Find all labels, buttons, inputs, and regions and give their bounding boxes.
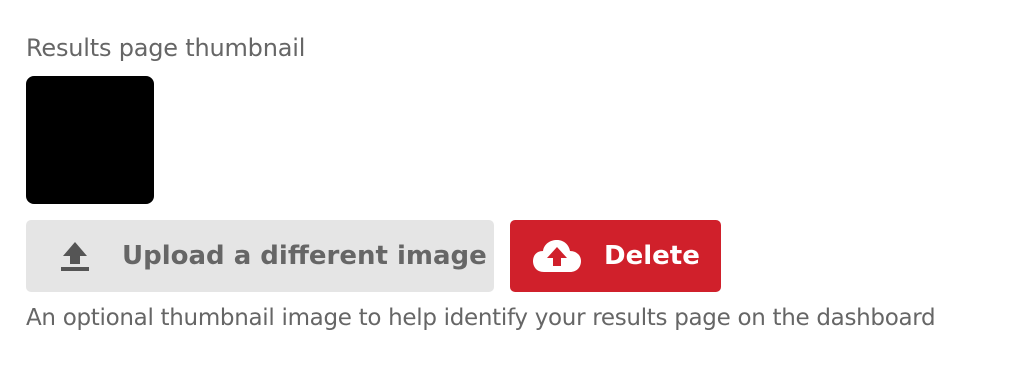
upload-icon: [60, 240, 90, 272]
upload-button-label: Upload a different image: [122, 241, 487, 271]
delete-button[interactable]: Delete: [510, 220, 721, 292]
thumbnail-actions: Upload a different image Delete: [26, 220, 721, 292]
upload-different-image-button[interactable]: Upload a different image: [26, 220, 494, 292]
thumbnail-image-preview: [26, 76, 154, 204]
field-label: Results page thumbnail: [26, 34, 306, 62]
delete-button-label: Delete: [604, 241, 700, 271]
thumbnail-field: Results page thumbnail Upload a differen…: [26, 30, 996, 331]
help-text: An optional thumbnail image to help iden…: [26, 305, 936, 331]
cloud-upload-icon: [532, 239, 582, 273]
